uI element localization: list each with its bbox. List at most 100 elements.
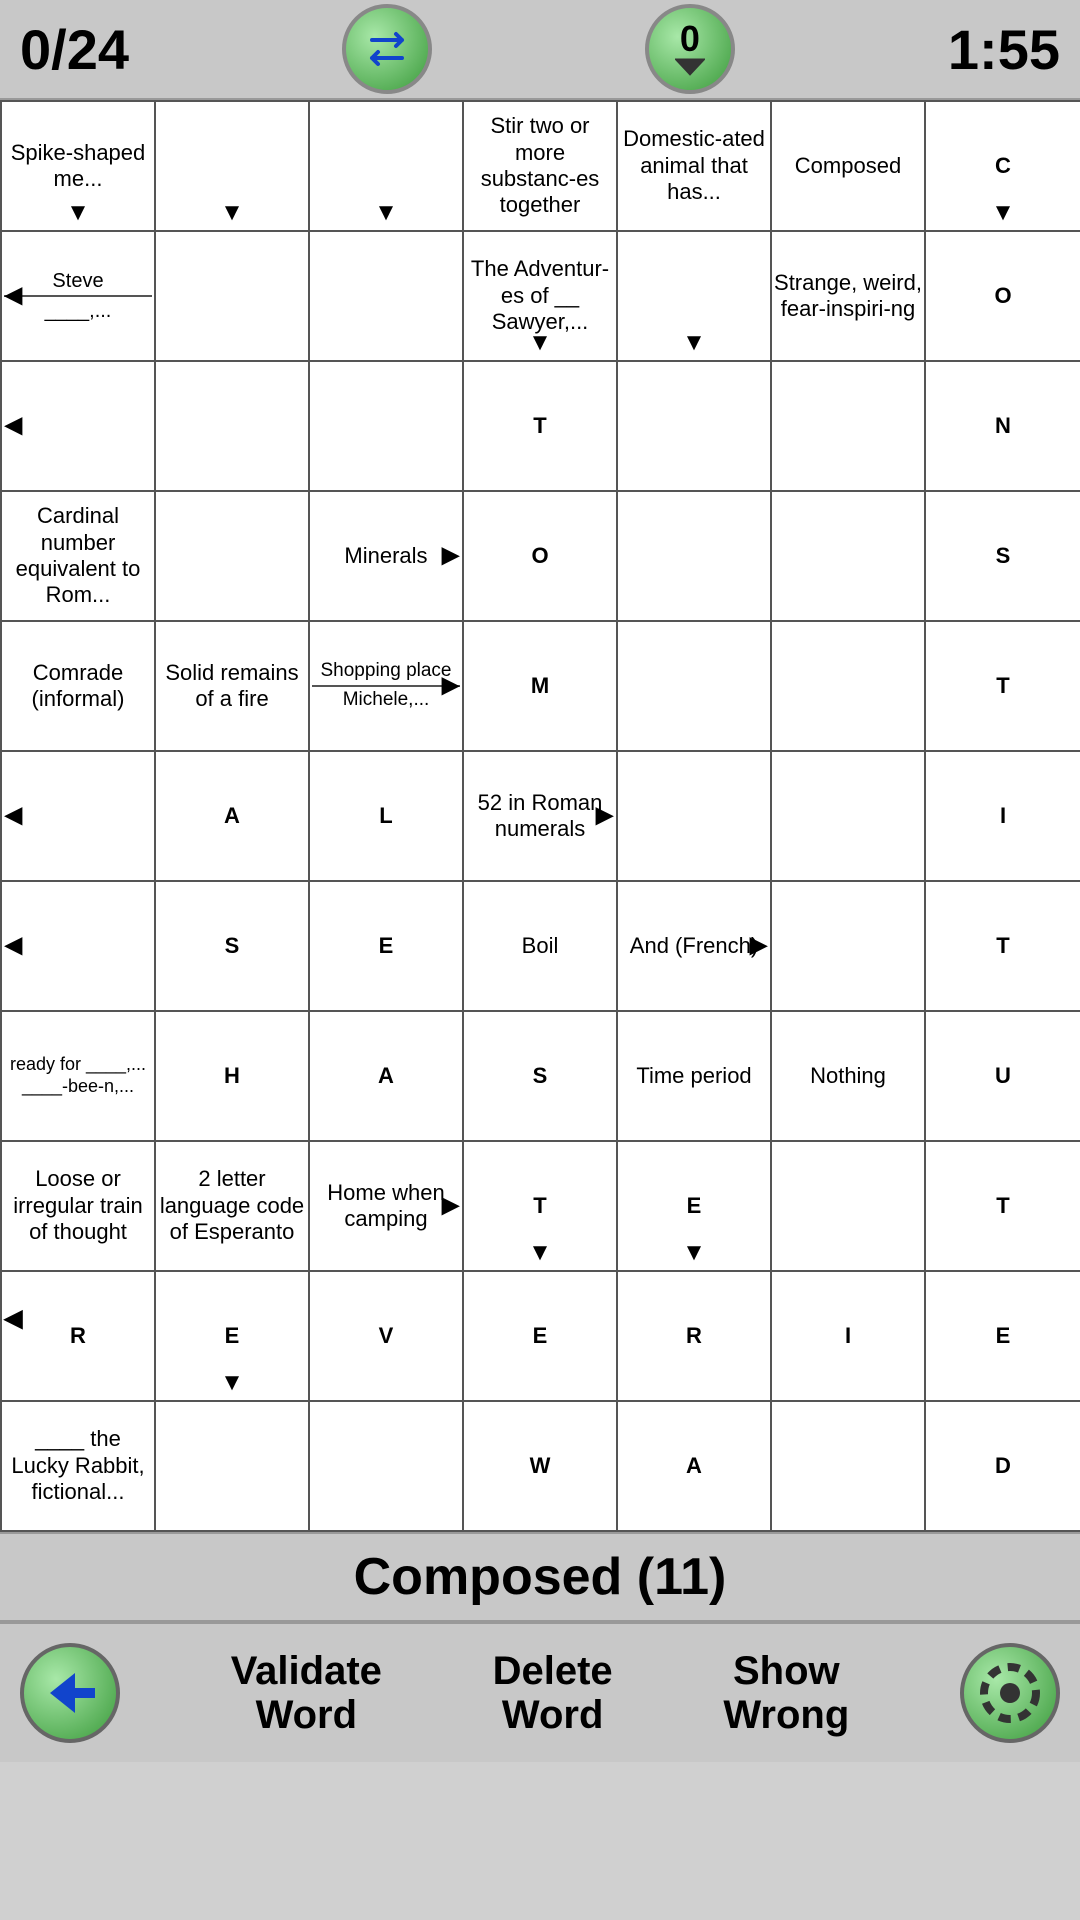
swap-button[interactable] [342,4,432,94]
cell-7-4[interactable]: Time period [617,1011,771,1141]
counter-value: 0 [680,21,700,57]
table-row: ready for ____,...____-bee-n,... H A S T… [1,1011,1080,1141]
cell-10-6[interactable]: D [925,1401,1080,1531]
cell-4-2[interactable]: Shopping placeMichele,... [309,621,463,751]
cell-9-1[interactable]: E [155,1271,309,1401]
cell-3-3[interactable]: O [463,491,617,621]
cell-4-3[interactable]: M [463,621,617,751]
cell-8-2[interactable]: Home when camping [309,1141,463,1271]
cell-8-4[interactable]: E [617,1141,771,1271]
cell-2-5[interactable] [771,361,925,491]
cell-0-4[interactable]: Domestic-ated animal that has... [617,101,771,231]
cell-10-2[interactable] [309,1401,463,1531]
cell-6-2[interactable]: E [309,881,463,1011]
cell-9-5[interactable]: I [771,1271,925,1401]
cell-3-2[interactable]: Minerals [309,491,463,621]
cell-9-3[interactable]: E [463,1271,617,1401]
cell-10-1[interactable] [155,1401,309,1531]
cell-6-0[interactable] [1,881,155,1011]
counter-button[interactable]: 0 [645,4,735,94]
show-wrong-button[interactable]: ShowWrong [723,1649,849,1737]
settings-button[interactable] [960,1643,1060,1743]
cell-5-2[interactable]: L [309,751,463,881]
cell-6-3[interactable]: Boil [463,881,617,1011]
cell-5-3[interactable]: 52 in Roman numerals [463,751,617,881]
cell-1-0[interactable]: Steve____,... [1,231,155,361]
cell-5-4[interactable] [617,751,771,881]
cell-0-1[interactable] [155,101,309,231]
cell-2-4[interactable] [617,361,771,491]
table-row: T N [1,361,1080,491]
cell-8-1[interactable]: 2 letter language code of Esperanto [155,1141,309,1271]
cell-7-3[interactable]: S [463,1011,617,1141]
cell-10-3[interactable]: W [463,1401,617,1531]
cell-8-5[interactable] [771,1141,925,1271]
table-row: A L 52 in Roman numerals I [1,751,1080,881]
cell-1-4[interactable] [617,231,771,361]
cell-2-6[interactable]: N [925,361,1080,491]
cell-0-5[interactable]: Composed [771,101,925,231]
cell-1-2[interactable] [309,231,463,361]
cell-9-6[interactable]: E [925,1271,1080,1401]
status-text: Composed (11) [354,1547,727,1607]
cell-2-0[interactable] [1,361,155,491]
cell-5-0[interactable] [1,751,155,881]
cell-1-6[interactable]: O [925,231,1080,361]
cell-4-6[interactable]: T [925,621,1080,751]
table-row: Cardinal number equivalent to Rom... Min… [1,491,1080,621]
cell-3-0[interactable]: Cardinal number equivalent to Rom... [1,491,155,621]
score-display: 0/24 [20,17,129,82]
cell-4-1[interactable]: Solid remains of a fire [155,621,309,751]
cell-7-1[interactable]: H [155,1011,309,1141]
cell-5-1[interactable]: A [155,751,309,881]
cell-7-2[interactable]: A [309,1011,463,1141]
cell-0-3[interactable]: Stir two or more substanc-es together [463,101,617,231]
cell-7-5[interactable]: Nothing [771,1011,925,1141]
cell-3-4[interactable] [617,491,771,621]
header: 0/24 0 1:55 [0,0,1080,100]
table-row: Steve____,... The Adventur-es of __ Sawy… [1,231,1080,361]
cell-9-2[interactable]: V [309,1271,463,1401]
table-row: Comrade (informal) Solid remains of a fi… [1,621,1080,751]
cell-0-6[interactable]: C [925,101,1080,231]
cell-4-0[interactable]: Comrade (informal) [1,621,155,751]
cell-6-6[interactable]: T [925,881,1080,1011]
cell-8-0[interactable]: Loose or irregular train of thought [1,1141,155,1271]
cell-2-2[interactable] [309,361,463,491]
cell-5-6[interactable]: I [925,751,1080,881]
table-row: Loose or irregular train of thought 2 le… [1,1141,1080,1271]
cell-1-3[interactable]: The Adventur-es of __ Sawyer,... [463,231,617,361]
cell-0-2[interactable] [309,101,463,231]
status-bar: Composed (11) [0,1532,1080,1622]
cell-7-0[interactable]: ready for ____,...____-bee-n,... [1,1011,155,1141]
validate-word-button[interactable]: ValidateWord [231,1649,382,1737]
cell-2-3[interactable]: T [463,361,617,491]
cell-2-1[interactable] [155,361,309,491]
cell-6-5[interactable] [771,881,925,1011]
cell-10-0[interactable]: ____ the Lucky Rabbit, fictional... [1,1401,155,1531]
cell-10-4[interactable]: A [617,1401,771,1531]
cell-6-4[interactable]: And (French) [617,881,771,1011]
cell-6-1[interactable]: S [155,881,309,1011]
cell-9-4[interactable]: R [617,1271,771,1401]
table-row: ____ the Lucky Rabbit, fictional... W A … [1,1401,1080,1531]
cell-8-6[interactable]: T [925,1141,1080,1271]
cell-9-0[interactable]: R [1,1271,155,1401]
cell-8-3[interactable]: T [463,1141,617,1271]
cell-3-6[interactable]: S [925,491,1080,621]
cell-3-5[interactable] [771,491,925,621]
table-row: Spike-sha­ped me... Stir two or more sub… [1,101,1080,231]
back-button[interactable] [20,1643,120,1743]
table-row: S E Boil And (French) T [1,881,1080,1011]
crossword-grid: Spike-sha­ped me... Stir two or more sub… [0,100,1080,1532]
cell-4-5[interactable] [771,621,925,751]
delete-word-button[interactable]: DeleteWord [493,1649,613,1737]
cell-0-0[interactable]: Spike-sha­ped me... [1,101,155,231]
cell-4-4[interactable] [617,621,771,751]
cell-7-6[interactable]: U [925,1011,1080,1141]
cell-1-5[interactable]: Strange, weird, fear-inspiri-ng [771,231,925,361]
cell-3-1[interactable] [155,491,309,621]
cell-1-1[interactable] [155,231,309,361]
cell-10-5[interactable] [771,1401,925,1531]
cell-5-5[interactable] [771,751,925,881]
